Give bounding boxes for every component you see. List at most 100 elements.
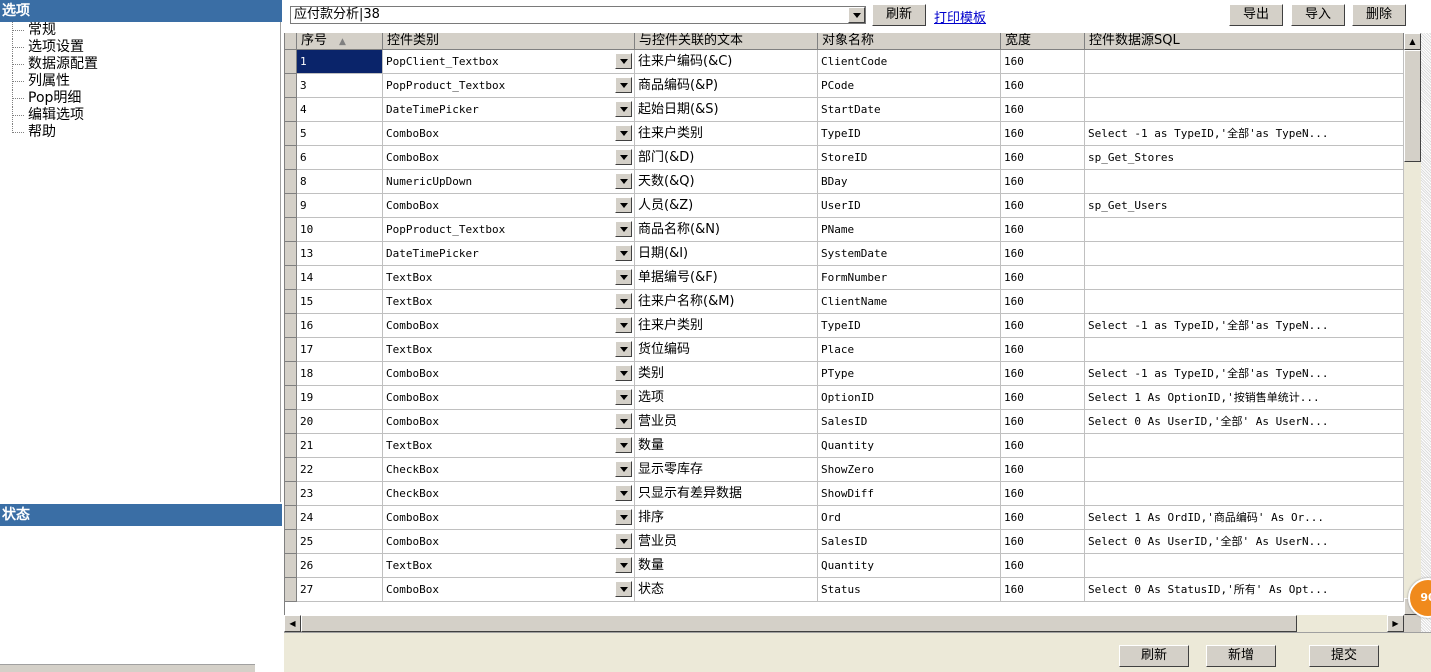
column-header-width[interactable]: 宽度 — [1001, 33, 1085, 50]
cell-width[interactable]: 160 — [1001, 242, 1085, 266]
cell-datasource-sql[interactable]: Select 1 As OptionID,'按销售单统计... — [1085, 386, 1404, 410]
cell-control-type[interactable]: DateTimePicker — [383, 98, 635, 122]
row-selector[interactable] — [285, 146, 297, 170]
cell-width[interactable]: 160 — [1001, 458, 1085, 482]
table-row[interactable]: 3 PopProduct_Textbox 商品编码(&P) PCode 160 — [285, 74, 1404, 98]
cell-width[interactable]: 160 — [1001, 530, 1085, 554]
cell-linked-text[interactable]: 营业员 — [635, 530, 818, 554]
cell-index[interactable]: 10 — [297, 218, 383, 242]
cell-width[interactable]: 160 — [1001, 266, 1085, 290]
table-row[interactable]: 14 TextBox 单据编号(&F) FormNumber 160 — [285, 266, 1404, 290]
horizontal-scroll-thumb[interactable] — [301, 615, 1297, 632]
cell-index[interactable]: 17 — [297, 338, 383, 362]
cell-linked-text[interactable]: 数量 — [635, 554, 818, 578]
chevron-down-icon[interactable] — [615, 389, 632, 405]
table-row[interactable]: 18 ComboBox 类别 PType 160 Select -1 as TypeID,… — [285, 362, 1404, 386]
cell-index[interactable]: 1 — [297, 50, 383, 74]
chevron-down-icon[interactable] — [615, 365, 632, 381]
cell-width[interactable]: 160 — [1001, 506, 1085, 530]
cell-linked-text[interactable]: 往来户类别 — [635, 122, 818, 146]
cell-linked-text[interactable]: 显示零库存 — [635, 458, 818, 482]
cell-object-name[interactable]: SalesID — [818, 410, 1001, 434]
chevron-down-icon[interactable] — [615, 437, 632, 453]
table-row[interactable]: 6 ComboBox 部门(&D) StoreID 160 sp_Get_Stores — [285, 146, 1404, 170]
cell-control-type[interactable]: ComboBox — [383, 362, 635, 386]
cell-linked-text[interactable]: 商品名称(&N) — [635, 218, 818, 242]
cell-linked-text[interactable]: 起始日期(&S) — [635, 98, 818, 122]
cell-object-name[interactable]: OptionID — [818, 386, 1001, 410]
cell-datasource-sql[interactable]: sp_Get_Users — [1085, 194, 1404, 218]
row-selector[interactable] — [285, 218, 297, 242]
column-header-linked-text[interactable]: 与控件关联的文本 — [635, 33, 818, 50]
chevron-down-icon[interactable] — [615, 581, 632, 597]
cell-width[interactable]: 160 — [1001, 554, 1085, 578]
cell-width[interactable]: 160 — [1001, 146, 1085, 170]
cell-linked-text[interactable]: 单据编号(&F) — [635, 266, 818, 290]
cell-datasource-sql[interactable]: Select 1 As OrdID,'商品编码' As Or... — [1085, 506, 1404, 530]
table-row[interactable]: 26 TextBox 数量 Quantity 160 — [285, 554, 1404, 578]
cell-datasource-sql[interactable] — [1085, 482, 1404, 506]
cell-datasource-sql[interactable] — [1085, 434, 1404, 458]
table-row[interactable]: 10 PopProduct_Textbox 商品名称(&N) PName 160 — [285, 218, 1404, 242]
cell-index[interactable]: 23 — [297, 482, 383, 506]
cell-control-type[interactable]: TextBox — [383, 338, 635, 362]
chevron-down-icon[interactable] — [848, 7, 865, 23]
cell-width[interactable]: 160 — [1001, 362, 1085, 386]
row-selector[interactable] — [285, 410, 297, 434]
cell-width[interactable]: 160 — [1001, 338, 1085, 362]
vertical-scroll-thumb[interactable] — [1404, 50, 1421, 162]
cell-datasource-sql[interactable] — [1085, 74, 1404, 98]
cell-index[interactable]: 24 — [297, 506, 383, 530]
chevron-down-icon[interactable] — [615, 221, 632, 237]
cell-width[interactable]: 160 — [1001, 194, 1085, 218]
scroll-up-icon[interactable]: ▲ — [1404, 33, 1421, 50]
import-button[interactable]: 导入 — [1291, 4, 1345, 26]
cell-object-name[interactable]: StartDate — [818, 98, 1001, 122]
chevron-down-icon[interactable] — [615, 293, 632, 309]
cell-index[interactable]: 18 — [297, 362, 383, 386]
cell-control-type[interactable]: DateTimePicker — [383, 242, 635, 266]
row-selector[interactable] — [285, 386, 297, 410]
row-selector[interactable] — [285, 290, 297, 314]
row-selector[interactable] — [285, 314, 297, 338]
row-selector[interactable] — [285, 122, 297, 146]
cell-linked-text[interactable]: 部门(&D) — [635, 146, 818, 170]
cell-index[interactable]: 6 — [297, 146, 383, 170]
cell-control-type[interactable]: CheckBox — [383, 458, 635, 482]
cell-width[interactable]: 160 — [1001, 218, 1085, 242]
column-header-index[interactable]: 序号 ▲ — [297, 33, 383, 50]
cell-object-name[interactable]: PCode — [818, 74, 1001, 98]
cell-index[interactable]: 19 — [297, 386, 383, 410]
cell-width[interactable]: 160 — [1001, 50, 1085, 74]
cell-control-type[interactable]: CheckBox — [383, 482, 635, 506]
cell-object-name[interactable]: UserID — [818, 194, 1001, 218]
cell-datasource-sql[interactable] — [1085, 170, 1404, 194]
cell-datasource-sql[interactable] — [1085, 218, 1404, 242]
cell-object-name[interactable]: Place — [818, 338, 1001, 362]
cell-datasource-sql[interactable]: Select -1 as TypeID,'全部'as TypeN... — [1085, 122, 1404, 146]
cell-width[interactable]: 160 — [1001, 122, 1085, 146]
controls-grid[interactable]: 序号 ▲ 控件类别 与控件关联的文本 对象名称 宽度 控件数据源SQL 1 PopC… — [284, 33, 1404, 615]
chevron-down-icon[interactable] — [615, 461, 632, 477]
submit-button[interactable]: 提交 — [1309, 645, 1379, 667]
cell-datasource-sql[interactable]: sp_Get_Stores — [1085, 146, 1404, 170]
cell-width[interactable]: 160 — [1001, 170, 1085, 194]
cell-datasource-sql[interactable]: Select 0 As StatusID,'所有' As Opt... — [1085, 578, 1404, 602]
cell-control-type[interactable]: PopProduct_Textbox — [383, 218, 635, 242]
table-row[interactable]: 25 ComboBox 营业员 SalesID 160 Select 0 As UserI… — [285, 530, 1404, 554]
report-select[interactable]: 应付款分析|38 — [290, 6, 866, 24]
cell-object-name[interactable]: SystemDate — [818, 242, 1001, 266]
cell-control-type[interactable]: TextBox — [383, 554, 635, 578]
cell-index[interactable]: 9 — [297, 194, 383, 218]
cell-index[interactable]: 21 — [297, 434, 383, 458]
cell-control-type[interactable]: TextBox — [383, 434, 635, 458]
tree-item-pop-detail[interactable]: Pop明细 — [0, 90, 280, 107]
cell-control-type[interactable]: ComboBox — [383, 122, 635, 146]
cell-linked-text[interactable]: 日期(&I) — [635, 242, 818, 266]
row-selector[interactable] — [285, 98, 297, 122]
cell-index[interactable]: 26 — [297, 554, 383, 578]
row-selector[interactable] — [285, 242, 297, 266]
chevron-down-icon[interactable] — [615, 317, 632, 333]
row-selector[interactable] — [285, 506, 297, 530]
cell-linked-text[interactable]: 选项 — [635, 386, 818, 410]
